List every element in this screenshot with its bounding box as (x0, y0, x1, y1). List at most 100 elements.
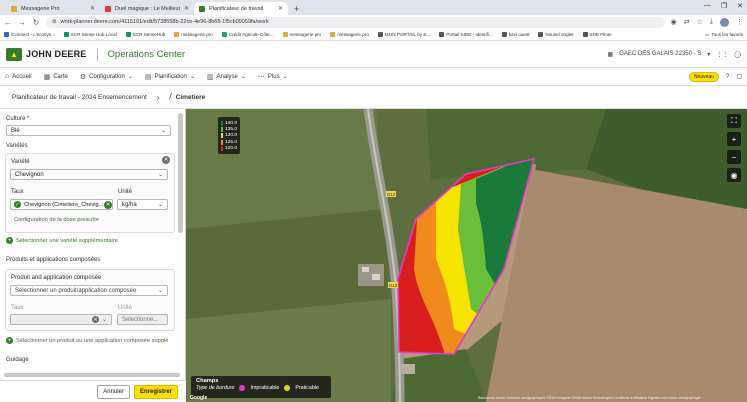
legend-swatch (221, 120, 223, 126)
tab-close-icon[interactable]: ✕ (184, 5, 189, 12)
apps-grid-icon[interactable]: ⋮⋮ (716, 51, 728, 58)
config-dose-link[interactable]: Configuration de la dose prescrite (14, 217, 99, 223)
nav-item-planification[interactable]: ▤ Planification ⌄ (145, 73, 195, 81)
varietes-title: Variétés (6, 143, 28, 149)
browser-tab-planificateur[interactable]: Planificateur de travail ✕ (194, 2, 288, 15)
produits-title: Produits et applications composées (6, 257, 101, 263)
browser-tab-messagerie[interactable]: Messagerie Pro ✕ (6, 2, 100, 15)
remove-variete-icon[interactable]: ✕ (162, 156, 170, 164)
fullscreen-icon[interactable]: ⛶ (727, 114, 741, 128)
org-selector[interactable]: ▦ GAEC DES GALAIS 22350 - S ▾ ⋮⋮ ◯ (608, 51, 741, 58)
save-button[interactable]: Enregistrer (133, 384, 178, 399)
breadcrumb-parent[interactable]: Planificateur de travail - 2024 Ensemenc… (12, 94, 147, 101)
nav-item-analyse[interactable]: ▥ Analyse ⌄ (207, 73, 246, 81)
bookmark-item[interactable]: bsvi ouest (501, 32, 529, 37)
panel-horizontal-scrollbar[interactable] (4, 373, 180, 377)
new-badge[interactable]: Nouveau (688, 71, 719, 82)
legend-row: 120.0 (221, 145, 237, 151)
bookmark-star-icon[interactable]: ☆ (697, 18, 703, 27)
taux-chip[interactable]: ✓ Chevignon (Cimetiere_Chevig... (10, 199, 113, 210)
all-bookmarks-button[interactable]: ▭ Tous les favoris (705, 32, 743, 38)
app-title: Operations Center (107, 48, 186, 60)
url-input[interactable]: ⊜ work-planner.deere.com/4115101/edit/57… (46, 16, 665, 28)
browser-toolbar: ◉ ⇄ ☆ ⤓ ⋮ (671, 17, 743, 27)
help-icon[interactable]: ? (726, 74, 729, 80)
john-deere-logo[interactable]: ▲ JOHN DEERE (6, 47, 87, 61)
clear-icon[interactable]: ✕ (91, 316, 99, 323)
chevron-right-icon: › (156, 92, 160, 102)
taux2-select[interactable]: ✕ ⌄ (10, 314, 112, 325)
bookmark-favicon-icon (538, 32, 544, 37)
back-icon[interactable]: ← (4, 18, 12, 27)
impracticable-swatch (239, 385, 246, 391)
zoom-in-icon[interactable]: + (727, 132, 741, 146)
locate-icon[interactable]: ◉ (727, 168, 741, 182)
translate-icon[interactable]: ⇄ (684, 18, 690, 27)
bookmark-item[interactable]: SCR Sense Hub Local (63, 32, 117, 37)
add-produit-link[interactable]: + Sélectionner un produit ou une applica… (6, 337, 168, 344)
bookmark-favicon-icon (439, 32, 445, 37)
bookmark-item[interactable]: Portail SIDE - Identifi... (439, 32, 493, 37)
add-variete-link[interactable]: + Sélectionner une variété supplémentair… (6, 237, 118, 244)
profile-avatar[interactable] (720, 17, 729, 27)
maximize-icon[interactable]: ❐ (721, 2, 727, 10)
remove-taux-icon[interactable]: ✕ (104, 201, 112, 209)
minimize-icon[interactable]: — (704, 2, 711, 10)
variete-select[interactable]: Chevignon ⌄ (10, 169, 168, 180)
bookmark-item[interactable]: Crédit Agricole Côte... (221, 32, 274, 37)
close-window-icon[interactable]: ✕ (737, 2, 743, 10)
map-attribution: Raccourcis clavier Données cartographiqu… (478, 396, 701, 400)
field-icon: ⧸ (169, 93, 172, 100)
cancel-button[interactable]: Annuler (97, 384, 130, 399)
bookmark-favicon-icon (125, 32, 131, 37)
plus-icon: + (6, 337, 13, 344)
window-controls: — ❐ ✕ (704, 2, 743, 10)
chevron-down-icon: ⌄ (157, 202, 163, 208)
unite2-select[interactable]: Sélectionne... (117, 314, 168, 325)
nav-item-accueil[interactable]: ⌂ Accueil (5, 73, 32, 80)
unite-select[interactable]: kg/ha ⌄ (117, 199, 168, 210)
download-icon[interactable]: ⤓ (710, 18, 713, 27)
culture-label: Culture * (6, 116, 30, 122)
tab-close-icon[interactable]: ✕ (278, 5, 283, 12)
satellite-map[interactable]: D12 D12 140.0 135.0 130.0 125.0 120.0 ⛶ + − ◉ C… (186, 109, 747, 402)
panel-scrollbar[interactable] (178, 113, 183, 233)
menu-icon[interactable]: ⋮ (736, 18, 743, 27)
bookmark-item[interactable]: SCR SenseHub (125, 32, 165, 37)
chevron-down-icon: ▾ (707, 51, 711, 58)
notifications-icon[interactable]: ▢ (736, 73, 742, 80)
bookmark-item[interactable]: SDE Pilote (582, 32, 612, 37)
folder-icon: ▭ (704, 31, 710, 37)
browser-tab-duel[interactable]: Duel magique : Le Meilleur A... ✕ (100, 2, 194, 15)
bookmark-item[interactable]: iConnect - L'écosys... (4, 32, 55, 37)
nav-item-plus[interactable]: ⋯ Plus ⌄ (258, 73, 288, 81)
field-legend: Champs Type de bordure Impraticable Prat… (191, 376, 331, 398)
new-tab-button[interactable]: + (288, 2, 305, 15)
bookmark-item[interactable]: messagerie pro (282, 32, 321, 37)
bookmark-favicon-icon (582, 32, 588, 37)
google-logo: Google (190, 395, 208, 401)
culture-select[interactable]: Blé ⌄ (6, 125, 171, 136)
site-info-icon[interactable]: ⊜ (52, 19, 57, 25)
map-imagery: D12 D12 (186, 109, 747, 402)
reload-icon[interactable]: ↻ (32, 18, 40, 27)
main-nav: ⌂ Accueil ▦ Carte ⚙ Configuration ⌄ ▤ Planificat… (0, 68, 747, 86)
tab-close-icon[interactable]: ✕ (90, 5, 95, 12)
legend-swatch (221, 145, 223, 151)
bookmark-item[interactable]: messagerie.pro (174, 32, 213, 37)
legend-swatch (221, 133, 223, 139)
forward-icon[interactable]: → (18, 18, 26, 27)
variete-label: Variété (11, 159, 30, 165)
bookmark-item[interactable]: MON PORTAIL by E... (377, 32, 430, 37)
rate-legend: 140.0 135.0 130.0 125.0 120.0 (218, 117, 240, 155)
user-icon[interactable]: ◯ (734, 51, 741, 58)
bookmark-item[interactable]: Nouvel onglet (538, 32, 574, 37)
bookmark-item[interactable]: messagerie.pro (330, 32, 369, 37)
nav-item-carte[interactable]: ▦ Carte (44, 73, 68, 81)
produit-select[interactable]: Sélectionner un produit/application comp… (10, 285, 168, 296)
nav-item-configuration[interactable]: ⚙ Configuration ⌄ (80, 73, 133, 81)
chevron-down-icon: ⌄ (240, 74, 246, 80)
address-bar: ← → ↻ ⊜ work-planner.deere.com/4115101/e… (0, 15, 747, 29)
eye-icon[interactable]: ◉ (671, 18, 677, 27)
zoom-out-icon[interactable]: − (727, 150, 741, 164)
